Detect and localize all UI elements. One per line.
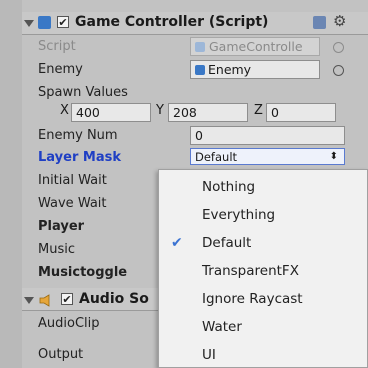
script-field-value: GameControlle [209,39,303,54]
spawn-values-label: Spawn Values [38,84,128,100]
output-label: Output [38,346,84,362]
menu-item-water[interactable]: Water [159,313,367,340]
dropdown-arrow-icon: ⬍ [329,151,338,162]
prefab-icon [195,64,205,75]
inspector-panel: ✔ Game Controller (Script) ⚙ Script Game… [0,0,368,368]
help-book-icon[interactable] [313,16,326,29]
menu-item-label: TransparentFX [202,262,299,279]
enemy-num-label: Enemy Num [38,127,118,143]
script-asset-icon [195,41,205,52]
spawn-x-label: X [60,103,69,118]
checkmark-icon: ✔ [58,15,68,29]
menu-item-ui[interactable]: UI [159,341,367,368]
checkmark-icon: ✔ [171,234,183,251]
spawn-x-field[interactable]: 400 [71,103,151,122]
player-label: Player [38,218,85,234]
audio-speaker-icon [39,292,53,307]
menu-item-transparentfx[interactable]: TransparentFX [159,257,367,284]
script-component-icon [38,16,51,29]
wave-wait-label: Wave Wait [38,195,107,211]
layer-mask-value: Default [195,149,238,164]
checkmark-icon: ✔ [62,292,72,306]
music-label: Music [38,241,75,257]
left-gutter [0,0,22,368]
enemy-field[interactable]: Enemy [190,60,320,79]
menu-item-nothing[interactable]: Nothing [159,173,367,200]
spawn-y-label: Y [156,103,164,118]
spawn-z-label: Z [254,103,263,118]
menu-item-everything[interactable]: Everything [159,201,367,228]
spawn-z-field[interactable]: 0 [266,103,336,122]
audio-source-enabled-checkbox[interactable]: ✔ [61,293,73,305]
gear-icon[interactable]: ⚙ [333,12,346,30]
foldout-arrow-icon[interactable] [24,20,34,27]
layer-mask-menu: Nothing Everything ✔ Default Transparent… [158,169,368,368]
object-picker-icon[interactable] [333,65,344,76]
script-field: GameControlle [190,37,320,56]
musictoggle-label: Musictoggle [38,264,128,280]
spawn-y-field[interactable]: 208 [168,103,248,122]
layer-mask-dropdown[interactable]: Default ⬍ [190,148,345,165]
audio-source-title: Audio So [79,291,149,307]
menu-item-label: Ignore Raycast [202,290,303,307]
menu-item-ignore-raycast[interactable]: Ignore Raycast [159,285,367,312]
menu-item-label: Default [202,234,252,251]
menu-item-label: Water [202,318,242,335]
foldout-arrow-icon[interactable] [24,297,34,304]
layer-mask-label: Layer Mask [38,149,121,165]
enemy-field-value: Enemy [208,62,252,77]
menu-item-label: Nothing [202,178,256,195]
initial-wait-label: Initial Wait [38,172,107,188]
menu-item-label: UI [202,346,216,363]
game-controller-enabled-checkbox[interactable]: ✔ [57,16,69,28]
menu-item-label: Everything [202,206,276,223]
object-picker-icon [333,42,344,53]
game-controller-title: Game Controller (Script) [75,14,269,30]
enemy-label: Enemy [38,61,83,77]
audioclip-label: AudioClip [38,315,100,331]
enemy-num-field[interactable]: 0 [190,126,345,145]
menu-item-default[interactable]: ✔ Default [159,229,367,256]
script-label: Script [38,38,76,54]
